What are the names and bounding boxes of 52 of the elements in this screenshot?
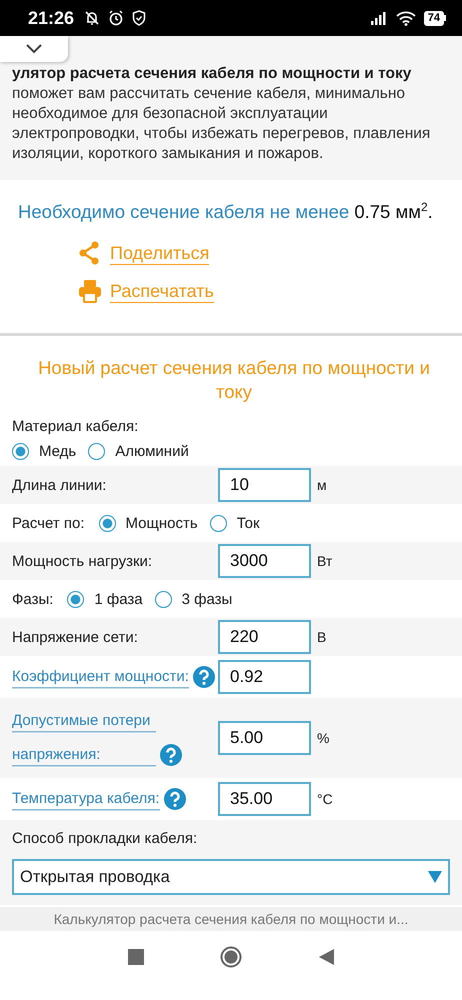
field-label: Длина линии: [12,476,106,494]
radio-button[interactable] [88,443,106,460]
unit-label: Вт [317,553,332,570]
field-label: Напряжение сети: [12,628,138,646]
unit-label: % [317,730,330,746]
radio-label: Ток [236,514,260,532]
radio-button[interactable] [98,514,116,532]
input-field[interactable]: 3000 [218,544,311,578]
recent-apps-icon[interactable] [128,949,144,966]
radio-label: 1 фаза [94,590,143,608]
unit-label: °C [317,791,333,808]
radio-label: Алюминий [115,443,189,460]
field-label: Фазы: [12,590,54,608]
intro-paragraph: улятор расчета сечения кабеля по мощности и току поможет вам рассчитать сечение кабеля, минимально необходимое для безопасной эксплуатации электропроводки, чтобы избежать перегревов, плавления изоляции, короткого замыкания и пожаров. [12,64,432,164]
field-label: Расчет по: [12,514,85,532]
radio-label: Мощность [126,514,198,532]
field-label: Материал кабеля: [12,418,138,436]
signal-icon [370,11,388,25]
radio-button[interactable] [210,514,227,532]
unit-label: В [317,629,326,646]
wifi-icon [396,10,416,26]
field-label: Способ прокладки кабеля: [12,830,198,848]
radio-button[interactable] [12,443,29,460]
field-label: Мощность нагрузки: [12,552,152,570]
chevron-down-icon [25,44,43,54]
radio-button[interactable] [67,590,84,608]
caret-icon [428,870,442,884]
back-icon[interactable] [318,949,334,966]
help-icon[interactable] [192,666,215,688]
radio-label: 3 фазы [182,590,232,608]
input-field[interactable]: 35.00 [218,782,311,816]
radio-label: Медь [39,443,76,460]
dropdown[interactable]: Открытая проводка [12,859,450,896]
result-text: Необходимо сечение кабеля не менее 0.75 мм$^{2}$. [18,200,434,224]
notifications-off-icon [84,10,100,26]
shield-icon [132,10,146,26]
home-icon[interactable] [220,946,242,968]
help-icon[interactable] [160,744,182,766]
alarm-icon [108,10,124,26]
form-title: Новый расчет сечения кабеля по мощности и току [37,356,431,404]
help-icon[interactable] [164,788,186,810]
unit-label: м [317,477,327,494]
input-field[interactable]: 0.92 [218,660,311,694]
printer-icon [78,279,102,304]
status-time: 21:26 [28,8,74,28]
input-field[interactable]: 10 [218,468,311,502]
page-title-bar: Калькулятор расчета сечения кабеля по мощности и... [0,907,462,932]
input-field[interactable]: 5.00 [218,721,311,756]
battery-icon: 74 [424,10,446,26]
collapse-button[interactable] [0,36,68,62]
input-field[interactable]: 220 [218,620,311,654]
radio-button[interactable] [154,590,172,608]
